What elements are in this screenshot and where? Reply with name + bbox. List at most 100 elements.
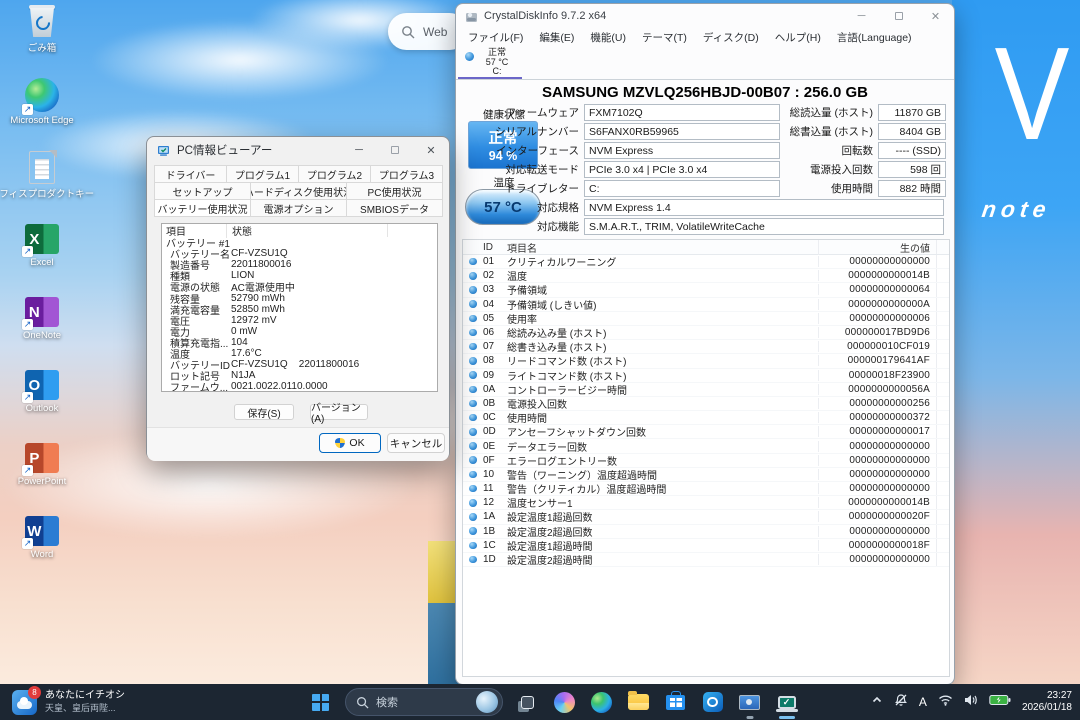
disk-tab-c[interactable]: 正常 57 °C C: <box>458 48 522 78</box>
menu-item[interactable]: ファイル(F) <box>460 30 531 45</box>
status-dot-icon <box>463 471 483 479</box>
desktop-icon-label: Microsoft Edge <box>10 115 73 126</box>
taskbar-clock[interactable]: 23:27 2026/01/18 <box>1022 690 1072 714</box>
smart-row: 1B 設定温度2超過回数 00000000000000 <box>463 525 949 539</box>
copilot-taskbar-icon[interactable] <box>552 690 577 715</box>
edge-taskbar-icon[interactable] <box>589 690 614 715</box>
smart-table-header: ID 項目名 生の値 <box>463 240 949 255</box>
status-dot-icon <box>463 499 483 507</box>
desktop-icon-outlook[interactable]: O ↗ Outlook <box>2 367 82 440</box>
menu-item[interactable]: 言語(Language) <box>829 30 920 45</box>
info-field: 電源投入回数 598 回 <box>786 161 946 178</box>
save-button[interactable]: 保存(S) <box>234 404 294 420</box>
app-icon: ↗ <box>25 151 59 183</box>
dialog-tab[interactable]: バッテリー使用状況 <box>154 199 251 217</box>
smart-id: 08 <box>483 355 507 366</box>
smart-name: 温度センサー1 <box>507 495 818 510</box>
taskbar-search-box[interactable]: 検索 <box>345 688 503 716</box>
battery-item-value: 17.6°C <box>226 348 437 359</box>
desktop-icon-onenote[interactable]: N ↗ OneNote <box>2 294 82 367</box>
dialog-tab[interactable]: プログラム1 <box>226 165 299 183</box>
smart-name: 予備領域 (しきい値) <box>507 297 818 312</box>
status-dot-icon <box>463 456 483 464</box>
app-icon: ↗ <box>25 78 59 112</box>
cancel-button[interactable]: キャンセル <box>387 433 445 453</box>
crystaldiskinfo-taskbar-icon[interactable] <box>737 690 762 715</box>
smart-row: 0E データエラー回数 00000000000000 <box>463 439 949 453</box>
pc-info-viewer-taskbar-icon[interactable] <box>774 690 799 715</box>
smart-row: 07 総書き込み量 (ホスト) 000000010CF019 <box>463 340 949 354</box>
volume-icon[interactable] <box>964 693 978 711</box>
explorer-taskbar-icon[interactable] <box>626 690 651 715</box>
status-dot-icon <box>463 428 483 436</box>
wifi-icon[interactable] <box>938 693 953 711</box>
smart-raw-value: 0000000000018F <box>818 540 936 551</box>
version-button[interactable]: バージョン(A) <box>310 404 368 420</box>
info-field-label: 総書込量 (ホスト) <box>786 124 878 139</box>
notifications-muted-icon[interactable] <box>894 693 908 712</box>
smart-id: 07 <box>483 341 507 352</box>
desktop-icon-edge[interactable]: ↗ Microsoft Edge <box>2 75 82 148</box>
smart-id: 0D <box>483 426 507 437</box>
widgets-button[interactable]: 8 あなたにイチオシ 天皇、皇后両陛... <box>6 684 131 720</box>
dialog-tab[interactable]: SMBIOSデータ <box>346 199 443 217</box>
smart-row: 08 リードコマンド数 (ホスト) 000000179641AF <box>463 354 949 368</box>
dialog-tabs: ドライバープログラム1プログラム2プログラム3 セットアップハードディスク使用状… <box>155 166 443 217</box>
maximize-button[interactable] <box>377 137 413 163</box>
smart-raw-value: 00000000000000 <box>818 526 936 537</box>
outlook-taskbar-icon[interactable] <box>700 690 725 715</box>
menu-item[interactable]: 機能(U) <box>582 30 634 45</box>
desktop-icon-recycle-bin[interactable]: ↗ ごみ箱 <box>2 2 82 75</box>
taskview-taskbar-icon[interactable] <box>515 690 540 715</box>
tray-chevron-up-icon[interactable] <box>871 693 883 711</box>
info-field-label: 対応転送モード <box>486 162 584 177</box>
dialog-tab[interactable]: ハードディスク使用状況 <box>250 182 347 200</box>
minimize-button[interactable]: ─ <box>341 137 377 163</box>
status-dot-icon <box>463 272 483 280</box>
minimize-button[interactable]: ─ <box>843 4 880 28</box>
search-icon <box>401 25 415 39</box>
desktop-icon-excel[interactable]: X ↗ Excel <box>2 221 82 294</box>
info-field-label: 対応規格 <box>486 200 584 215</box>
desktop-icon-powerpoint[interactable]: P ↗ PowerPoint <box>2 440 82 513</box>
smart-id: 0C <box>483 412 507 423</box>
menu-item[interactable]: ヘルプ(H) <box>767 30 829 45</box>
dialog-titlebar[interactable]: PC情報ビューアー ─ ✕ <box>147 137 449 163</box>
close-button[interactable]: ✕ <box>917 4 954 28</box>
smart-raw-value: 00000000000000 <box>818 256 936 267</box>
ime-mode-indicator[interactable]: A <box>919 695 927 709</box>
clock-date: 2026/01/18 <box>1022 702 1072 714</box>
smart-raw-value: 0000000000056A <box>818 384 936 395</box>
menu-item[interactable]: テーマ(T) <box>634 30 695 45</box>
status-dot-icon <box>463 442 483 450</box>
dialog-tab[interactable]: プログラム2 <box>298 165 371 183</box>
status-dot-icon <box>463 371 483 379</box>
desktop-icon-office-product-key[interactable]: ↗ オフィスプロダクトキー <box>2 148 82 221</box>
battery-item-value: 0 mW <box>226 326 437 337</box>
status-dot-icon <box>463 513 483 521</box>
dialog-tab[interactable]: プログラム3 <box>370 165 443 183</box>
status-dot-icon <box>463 286 483 294</box>
battery-charging-icon[interactable] <box>989 693 1011 711</box>
menu-item[interactable]: ディスク(D) <box>695 30 767 45</box>
smart-name: データエラー回数 <box>507 439 818 454</box>
info-field-value: 882 時間 <box>878 180 946 197</box>
disk-tab-bar: 正常 57 °C C: <box>456 47 954 80</box>
ok-button[interactable]: OK <box>319 433 381 453</box>
menu-item[interactable]: 編集(E) <box>531 30 582 45</box>
info-field-value: 598 回 <box>878 161 946 178</box>
desktop-icon-word[interactable]: W ↗ Word <box>2 513 82 586</box>
smart-name: 総書き込み量 (ホスト) <box>507 339 818 354</box>
dialog-tab[interactable]: PC使用状況 <box>346 182 443 200</box>
dialog-tab[interactable]: セットアップ <box>154 182 251 200</box>
smart-name: リードコマンド数 (ホスト) <box>507 353 818 368</box>
start-button[interactable] <box>308 690 333 715</box>
dialog-tab[interactable]: 電源オプション <box>250 199 347 217</box>
crystaldiskinfo-titlebar[interactable]: CrystalDiskInfo 9.7.2 x64 ─ ✕ <box>456 4 954 28</box>
smart-id: 02 <box>483 270 507 281</box>
maximize-button[interactable] <box>880 4 917 28</box>
smart-name: 予備領域 <box>507 282 818 297</box>
dialog-tab[interactable]: ドライバー <box>154 165 227 183</box>
close-button[interactable]: ✕ <box>413 137 449 163</box>
store-taskbar-icon[interactable] <box>663 690 688 715</box>
